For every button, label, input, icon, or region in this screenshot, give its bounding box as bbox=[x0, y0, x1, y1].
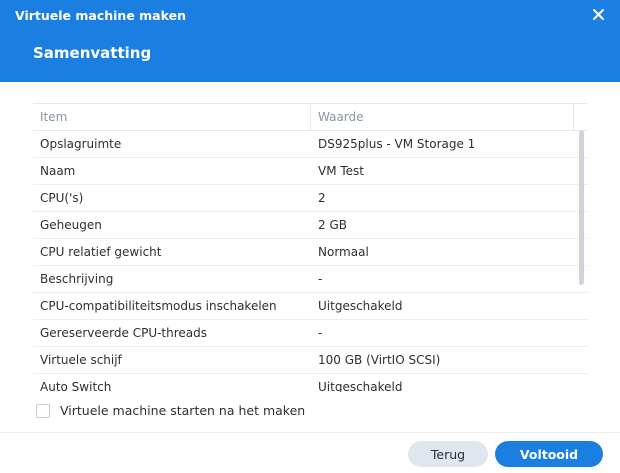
page-title: Samenvatting bbox=[33, 44, 152, 62]
row-item: Naam bbox=[40, 164, 76, 178]
table-row: Opslagruimte DS925plus - VM Storage 1 bbox=[33, 131, 588, 158]
row-item: CPU-compatibiliteitsmodus inschakelen bbox=[40, 299, 277, 313]
column-header-item[interactable]: Item bbox=[33, 104, 311, 130]
row-value: Normaal bbox=[318, 245, 369, 259]
row-item: Virtuele schijf bbox=[40, 353, 122, 367]
table-scrollbar[interactable] bbox=[579, 130, 584, 285]
row-item: Gereserveerde CPU-threads bbox=[40, 326, 208, 340]
start-after-create-option[interactable]: Virtuele machine starten na het maken bbox=[36, 403, 305, 418]
row-item: Geheugen bbox=[40, 218, 102, 232]
row-value: Uitgeschakeld bbox=[318, 380, 403, 392]
back-button[interactable]: Terug bbox=[408, 441, 488, 467]
table-row: Virtuele schijf 100 GB (VirtIO SCSI) bbox=[33, 347, 588, 374]
summary-table: Item Waarde Opslagruimte DS925plus - VM … bbox=[33, 103, 588, 392]
finish-button[interactable]: Voltooid bbox=[495, 441, 603, 467]
row-item: Beschrijving bbox=[40, 272, 114, 286]
close-icon bbox=[592, 8, 604, 20]
row-item: CPU('s) bbox=[40, 191, 84, 205]
row-item: CPU relatief gewicht bbox=[40, 245, 162, 259]
table-row: CPU-compatibiliteitsmodus inschakelen Ui… bbox=[33, 293, 588, 320]
table-body[interactable]: Opslagruimte DS925plus - VM Storage 1 Na… bbox=[33, 131, 588, 392]
footer-divider bbox=[0, 432, 620, 433]
row-value: Uitgeschakeld bbox=[318, 299, 403, 313]
table-row: Beschrijving - bbox=[33, 266, 588, 293]
window-title: Virtuele machine maken bbox=[15, 8, 186, 23]
row-value: 2 GB bbox=[318, 218, 347, 232]
table-row: CPU relatief gewicht Normaal bbox=[33, 239, 588, 266]
start-after-create-checkbox[interactable] bbox=[36, 403, 50, 418]
row-item: Auto Switch bbox=[40, 380, 112, 392]
table-row: Geheugen 2 GB bbox=[33, 212, 588, 239]
start-after-create-label[interactable]: Virtuele machine starten na het maken bbox=[60, 403, 305, 418]
create-vm-dialog: Virtuele machine maken Samenvatting Item… bbox=[0, 0, 620, 473]
table-row: CPU('s) 2 bbox=[33, 185, 588, 212]
table-row: Auto Switch Uitgeschakeld bbox=[33, 374, 588, 392]
column-header-spacer bbox=[574, 104, 588, 130]
row-value: DS925plus - VM Storage 1 bbox=[318, 137, 476, 151]
row-item: Opslagruimte bbox=[40, 137, 122, 151]
table-row: Gereserveerde CPU-threads - bbox=[33, 320, 588, 347]
row-value: VM Test bbox=[318, 164, 365, 178]
row-value: 100 GB (VirtIO SCSI) bbox=[318, 353, 441, 367]
column-header-value[interactable]: Waarde bbox=[311, 104, 574, 130]
row-value: 2 bbox=[318, 191, 326, 205]
row-value: - bbox=[318, 326, 323, 340]
row-value: - bbox=[318, 272, 323, 286]
table-header: Item Waarde bbox=[33, 104, 588, 131]
table-row: Naam VM Test bbox=[33, 158, 588, 185]
dialog-header: Virtuele machine maken Samenvatting bbox=[0, 0, 620, 82]
close-button[interactable] bbox=[590, 6, 606, 22]
